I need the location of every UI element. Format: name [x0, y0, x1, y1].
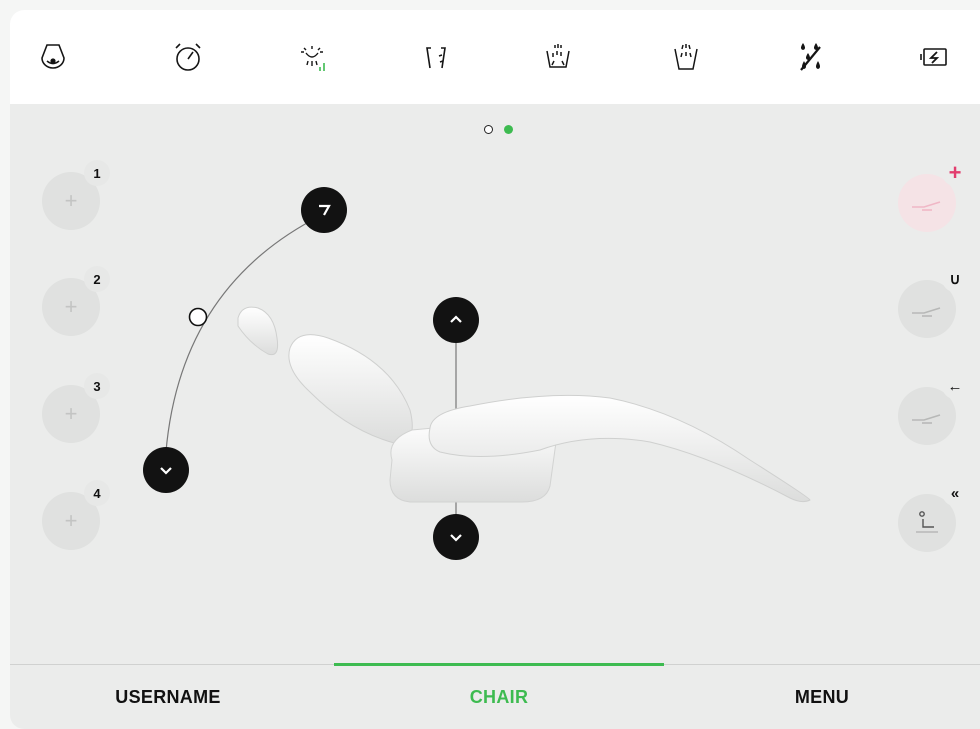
- battery-charge-button[interactable]: [904, 32, 964, 82]
- plus-icon: +: [64, 294, 78, 319]
- bowl-flush-button[interactable]: [656, 32, 716, 82]
- headrest-light-button[interactable]: [23, 32, 83, 82]
- memory-number-badge: 2: [84, 266, 110, 292]
- cup-icon: ∪: [942, 266, 968, 292]
- chevron-up-icon: [450, 315, 462, 323]
- rinse-position[interactable]: ∪: [898, 266, 970, 346]
- cup-rinse-icon: [426, 47, 446, 69]
- memory-position-1[interactable]: + 1: [42, 160, 114, 232]
- chair-position-icon: [912, 414, 941, 424]
- cup-rinse-button[interactable]: [406, 32, 466, 82]
- return-position[interactable]: ←: [898, 373, 970, 453]
- memory-number-badge: 1: [84, 160, 110, 186]
- chair-down-button[interactable]: [433, 514, 479, 560]
- entry-exit-position[interactable]: «: [898, 480, 970, 560]
- chair-position-icon: [912, 307, 941, 317]
- page-dot-1[interactable]: [484, 125, 493, 134]
- chair-control-screen: + 1 + 2 + 3 + 4 + ∪ ← « USERNAME CHAIR M…: [10, 10, 980, 729]
- water-off-icon: [800, 43, 821, 71]
- headrest-light-icon: [41, 44, 65, 69]
- chevron-down-icon: [450, 534, 462, 542]
- operating-light-icon: [301, 46, 325, 71]
- memory-position-3[interactable]: + 3: [42, 373, 114, 445]
- arrow-left-icon: ←: [942, 373, 968, 399]
- chair-position-icon: [912, 201, 941, 211]
- function-toolbar: [10, 10, 980, 104]
- backrest-down-button[interactable]: [143, 447, 189, 493]
- memory-position-2[interactable]: + 2: [42, 266, 114, 338]
- memory-number-badge: 4: [84, 480, 110, 506]
- operating-light-button[interactable]: [282, 32, 342, 82]
- bottom-navigation: USERNAME CHAIR MENU: [10, 663, 980, 729]
- chair-up-button[interactable]: [433, 297, 479, 343]
- chevron-down-icon: [160, 467, 172, 475]
- page-dot-2-active[interactable]: [504, 125, 513, 134]
- timer-icon: [175, 43, 201, 71]
- memory-position-4[interactable]: + 4: [42, 480, 114, 552]
- page-indicator: [484, 124, 524, 136]
- tab-menu[interactable]: MENU: [664, 665, 980, 729]
- add-preset-position[interactable]: +: [898, 160, 970, 240]
- battery-charge-icon: [920, 48, 947, 66]
- plus-icon: +: [64, 188, 78, 213]
- add-icon: +: [942, 160, 968, 186]
- tilt-arrow-icon: [319, 204, 331, 216]
- bowl-flush-icon: [674, 44, 698, 70]
- plus-icon: +: [64, 508, 78, 533]
- bowl-rinse-icon: [546, 44, 570, 68]
- water-off-button[interactable]: [780, 32, 840, 82]
- plus-icon: +: [64, 401, 78, 426]
- dental-chair-illustration: [164, 215, 811, 535]
- seated-person-icon: [916, 511, 938, 533]
- bowl-rinse-button[interactable]: [528, 32, 588, 82]
- backrest-tilt-button[interactable]: [301, 187, 347, 233]
- tab-username[interactable]: USERNAME: [10, 665, 326, 729]
- tab-chair[interactable]: CHAIR: [334, 665, 664, 729]
- timer-button[interactable]: [158, 32, 218, 82]
- double-chevron-left-icon: «: [942, 480, 968, 506]
- memory-number-badge: 3: [84, 373, 110, 399]
